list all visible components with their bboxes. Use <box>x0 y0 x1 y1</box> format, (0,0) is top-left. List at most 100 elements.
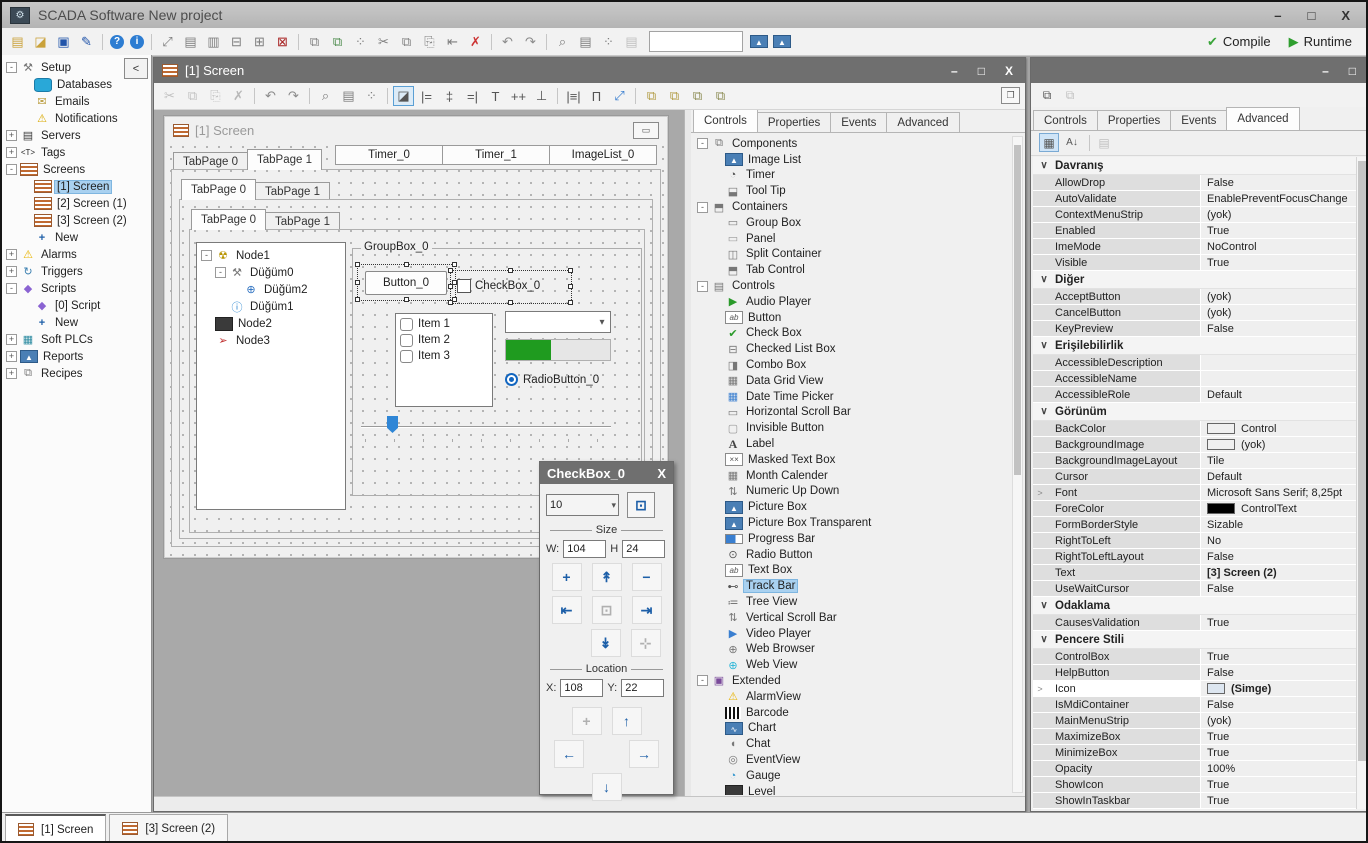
form-tab-l3-tabpage-0[interactable]: TabPage 0 <box>191 209 266 230</box>
sidebar-item-reports[interactable]: +▲Reports <box>2 348 151 365</box>
property-row-forecolor[interactable]: ForeColorControlText <box>1033 501 1356 517</box>
palette-item-text-box[interactable]: abText Box <box>693 563 1011 579</box>
property-value[interactable]: True <box>1201 223 1356 239</box>
layout-rows-icon[interactable]: ▤ <box>180 32 201 52</box>
form-tab-l1-tabpage-1[interactable]: TabPage 1 <box>247 149 322 170</box>
snap-top-icon[interactable]: ↟ <box>592 563 622 591</box>
scrollbar-thumb[interactable] <box>1358 161 1366 761</box>
palette-item-controls[interactable]: -▤Controls <box>693 278 1011 294</box>
property-row-backgroundimage[interactable]: BackgroundImage(yok) <box>1033 437 1356 453</box>
property-value[interactable]: Control <box>1201 421 1356 437</box>
sidebar-item-new[interactable]: +New <box>2 229 151 246</box>
palette-item-vertical-scroll-bar[interactable]: ⇅Vertical Scroll Bar <box>693 610 1011 626</box>
palette-item-image-list[interactable]: ▲Image List <box>693 152 1011 168</box>
item-checkbox-icon[interactable] <box>400 350 413 363</box>
property-row-contextmenustrip[interactable]: ContextMenuStrip(yok) <box>1033 207 1356 223</box>
move-left-icon[interactable]: ← <box>554 740 584 768</box>
value-combobox[interactable]: 10 ▾ <box>546 494 619 516</box>
layout-split-icon[interactable]: ⊟ <box>226 32 247 52</box>
listbox-item-item-1[interactable]: Item 1 <box>396 316 492 332</box>
selection-handle[interactable] <box>448 268 453 273</box>
tree-expander-icon[interactable]: - <box>697 138 708 149</box>
document-export-icon[interactable]: ▤ <box>338 86 359 106</box>
palette-item-numeric-up-down[interactable]: ⇅Numeric Up Down <box>693 484 1011 500</box>
document-export-icon[interactable]: ▤ <box>575 32 596 52</box>
property-value[interactable]: Default <box>1201 387 1356 403</box>
align-left-icon[interactable]: |= <box>416 86 437 106</box>
property-row-autovalidate[interactable]: AutoValidateEnablePreventFocusChange <box>1033 191 1356 207</box>
properties-tab-events[interactable]: Events <box>1170 110 1227 130</box>
zoom-document-icon[interactable]: ⌕ <box>315 86 336 106</box>
window-add-icon[interactable]: ⧉ <box>327 32 348 52</box>
align-top-icon[interactable]: T <box>485 86 506 106</box>
property-category-pencere-stili[interactable]: ∨Pencere Stili <box>1033 631 1356 649</box>
sidebar-item-2-screen-1[interactable]: [2] Screen (1) <box>2 195 151 212</box>
properties-minimize-button[interactable]: – <box>1322 64 1329 78</box>
move-up-icon[interactable]: ↑ <box>612 707 642 735</box>
selection-handle[interactable] <box>448 300 453 305</box>
property-value[interactable]: False <box>1201 697 1356 713</box>
property-value[interactable]: True <box>1201 615 1356 631</box>
form-tab-l1-tabpage-0[interactable]: TabPage 0 <box>173 152 248 170</box>
redo-icon[interactable]: ↷ <box>283 86 304 106</box>
undo-icon[interactable]: ↶ <box>260 86 281 106</box>
save-edit-icon[interactable]: ✎ <box>76 32 97 52</box>
tree-expander-icon[interactable]: - <box>697 281 708 292</box>
form-restore-button[interactable]: ▭ <box>633 122 659 139</box>
palette-item-radio-button[interactable]: ⊙Radio Button <box>693 547 1011 563</box>
canvas-tree-node-node3[interactable]: ➢Node3 <box>197 332 345 349</box>
selection-handle[interactable] <box>568 284 573 289</box>
property-row-opacity[interactable]: Opacity100% <box>1033 761 1356 777</box>
selection-handle[interactable] <box>508 300 513 305</box>
item-checkbox-icon[interactable] <box>400 334 413 347</box>
palette-item-gauge[interactable]: ◔Gauge <box>693 768 1011 784</box>
sidebar-item-tags[interactable]: +<T>Tags <box>2 144 151 161</box>
tree-expander-icon[interactable]: - <box>6 164 17 175</box>
property-row-acceptbutton[interactable]: AcceptButton(yok) <box>1033 289 1356 305</box>
property-value[interactable]: No <box>1201 533 1356 549</box>
toolbox-tab-properties[interactable]: Properties <box>757 112 831 132</box>
palette-item-split-container[interactable]: ◫Split Container <box>693 247 1011 263</box>
toolbox-scrollbar[interactable] <box>1012 136 1023 793</box>
palette-item-progress-bar[interactable]: Progress Bar <box>693 531 1011 547</box>
tree-expander-icon[interactable]: + <box>6 368 17 379</box>
minimize-button[interactable]: – <box>1274 8 1281 23</box>
property-row-visible[interactable]: VisibleTrue <box>1033 255 1356 271</box>
property-value[interactable]: True <box>1201 729 1356 745</box>
property-value[interactable]: True <box>1201 255 1356 271</box>
hierarchy2-icon[interactable]: ⁘ <box>598 32 619 52</box>
property-row-icon[interactable]: >Icon(Simge) <box>1033 681 1356 697</box>
selection-handle[interactable] <box>452 262 457 267</box>
property-row-backcolor[interactable]: BackColorControl <box>1033 421 1356 437</box>
canvas-groupbox[interactable]: GroupBox_0 Button_0 CheckBox_0 Item 1Ite… <box>352 248 642 496</box>
property-category-odaklama[interactable]: ∨Odaklama <box>1033 597 1356 615</box>
palette-item-data-grid-view[interactable]: ▦Data Grid View <box>693 373 1011 389</box>
window-forward-icon[interactable]: ⧉ <box>304 32 325 52</box>
form-tab-l2-tabpage-0[interactable]: TabPage 0 <box>181 179 256 200</box>
x-field[interactable]: 108 <box>560 679 603 697</box>
canvas-tree-node-d-m1[interactable]: ⓘDüğüm1 <box>197 298 345 315</box>
snap-bottom-icon[interactable]: ↡ <box>591 629 621 657</box>
canvas-trackbar[interactable] <box>361 415 611 445</box>
property-row-text[interactable]: Text[3] Screen (2) <box>1033 565 1356 581</box>
property-row-cursor[interactable]: CursorDefault <box>1033 469 1356 485</box>
palette-item-checked-list-box[interactable]: ⊟Checked List Box <box>693 341 1011 357</box>
palette-item-extended[interactable]: -▣Extended <box>693 673 1011 689</box>
property-row-usewaitcursor[interactable]: UseWaitCursorFalse <box>1033 581 1356 597</box>
sidebar-item-soft-plcs[interactable]: +▦Soft PLCs <box>2 331 151 348</box>
palette-item-tool-tip[interactable]: ⬓Tool Tip <box>693 183 1011 199</box>
palette-item-chat[interactable]: ◖Chat <box>693 736 1011 752</box>
expand-window-icon[interactable]: ⤢ <box>157 32 178 52</box>
palette-item-web-view[interactable]: ⊕Web View <box>693 657 1011 673</box>
palette-item-timer[interactable]: ◔Timer <box>693 168 1011 184</box>
size-increase-icon[interactable]: + <box>552 563 582 591</box>
selection-rect-checkbox[interactable] <box>450 270 572 304</box>
toolbox-tab-controls[interactable]: Controls <box>693 110 758 132</box>
selection-handle[interactable] <box>448 284 453 289</box>
row-expander-icon[interactable]: > <box>1033 684 1047 694</box>
snap-right-icon[interactable]: ⇥ <box>632 596 662 624</box>
sidebar-collapse-button[interactable]: < <box>124 58 148 79</box>
undo-icon[interactable]: ↶ <box>497 32 518 52</box>
sidebar-item-triggers[interactable]: +↻Triggers <box>2 263 151 280</box>
canvas-tree-node-node2[interactable]: Node2 <box>197 315 345 332</box>
